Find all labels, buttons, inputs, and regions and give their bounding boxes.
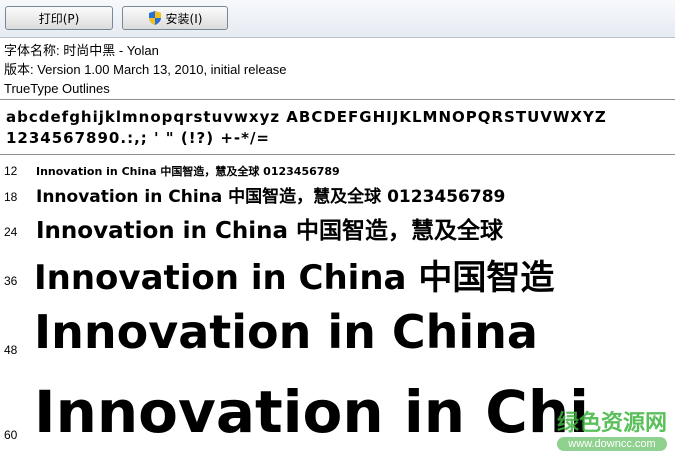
sample-text: Innovation in China 中国智造，慧及全球 0123456789 (36, 187, 506, 207)
install-button[interactable]: 安装(I) (122, 6, 228, 30)
print-button-label: 打印(P) (38, 11, 80, 26)
sample-size-label: 12 (4, 164, 18, 178)
sample-text: Innovation in Chi (34, 378, 589, 446)
font-name: 字体名称: 时尚中黑 - Yolan (4, 43, 159, 58)
divider-top (0, 99, 675, 100)
sample-text: Innovation in China (34, 305, 538, 359)
watermark-title: 绿色资源网 (556, 411, 667, 436)
install-button-label: 安装(I) (165, 11, 203, 26)
sample-size-label: 60 (4, 428, 18, 442)
divider-middle (0, 154, 675, 155)
font-version: 版本: Version 1.00 March 13, 2010, initial… (4, 62, 287, 77)
print-button[interactable]: 打印(P) (5, 6, 113, 30)
watermark-url: www.downcc.com (556, 437, 667, 451)
font-info: 字体名称: 时尚中黑 - Yolan 版本: Version 1.00 Marc… (4, 41, 287, 98)
sample-row-18: 18 Innovation in China 中国智造，慧及全球 0123456… (0, 182, 675, 208)
watermark: 绿色资源网 www.downcc.com (556, 405, 667, 451)
uac-shield-icon (148, 11, 161, 25)
charset-line-letters: abcdefghijklmnopqrstuvwxyz ABCDEFGHIJKLM… (6, 108, 607, 126)
sample-row-12: 12 Innovation in China 中国智造，慧及全球 0123456… (0, 163, 675, 179)
toolbar: 打印(P) 安装(I) (0, 0, 675, 38)
sample-text: Innovation in China 中国智造，慧及全球 (36, 218, 503, 244)
sample-size-label: 48 (4, 343, 18, 357)
charset-line-symbols: 1234567890.:,; ' " (!?) +-*/= (6, 129, 270, 147)
sample-row-36: 36 Innovation in China 中国智造 (0, 250, 675, 298)
sample-text: Innovation in China 中国智造 (34, 258, 555, 298)
sample-row-24: 24 Innovation in China 中国智造，慧及全球 (0, 211, 675, 247)
sample-size-label: 18 (4, 190, 18, 204)
sample-row-48: 48 Innovation in China (0, 305, 675, 367)
sample-text: Innovation in China 中国智造，慧及全球 0123456789 (36, 165, 340, 178)
font-outline-type: TrueType Outlines (4, 81, 110, 96)
sample-size-label: 24 (4, 225, 18, 239)
sample-size-label: 36 (4, 274, 18, 288)
